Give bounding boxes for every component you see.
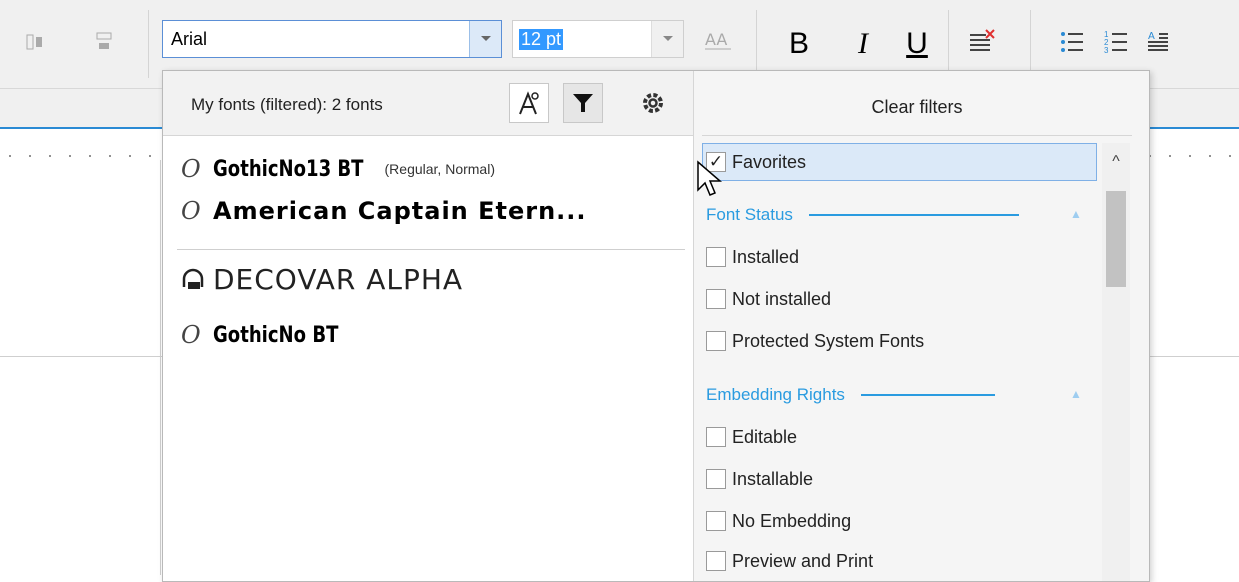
filter-label: Preview and Print [732, 550, 874, 571]
font-style: (Regular, Normal) [384, 161, 495, 177]
filter-checkbox-row[interactable]: No Embedding [706, 505, 851, 537]
align-left-icon[interactable] [24, 30, 48, 54]
filter-checkbox-row[interactable]: Editable [706, 421, 797, 453]
italic-button[interactable]: I [848, 24, 878, 64]
checkbox[interactable] [706, 247, 726, 267]
opentype-icon: O [181, 155, 201, 183]
bold-button[interactable]: B [784, 24, 814, 64]
underline-button[interactable]: U [902, 24, 932, 64]
font-list-item[interactable]: O GothicNo13 BT (Regular, Normal) [181, 149, 495, 189]
section-title: Font Status [706, 205, 793, 224]
checkbox[interactable] [706, 427, 726, 447]
mouse-cursor-icon [696, 160, 726, 205]
settings-gear-icon[interactable] [633, 83, 673, 123]
text-case-icon[interactable]: AA [700, 24, 736, 60]
font-name: GothicNo BT [213, 322, 339, 348]
chevron-down-icon[interactable] [469, 21, 501, 57]
filter-label: No Embedding [732, 510, 852, 531]
font-count-label: My fonts (filtered): 2 fonts [191, 95, 383, 114]
toolbar-separator [148, 10, 149, 78]
filter-checkbox-row[interactable]: Not installed [706, 283, 831, 315]
font-preview-icon[interactable] [509, 83, 549, 123]
filter-label: Not installed [732, 288, 832, 309]
align-distribute-icon[interactable] [92, 30, 116, 54]
toolbar-separator [1030, 10, 1031, 78]
filter-label: Editable [732, 426, 798, 447]
section-divider [808, 214, 1019, 216]
checkbox[interactable] [706, 551, 726, 571]
checkbox[interactable] [706, 331, 726, 351]
variable-font-icon [181, 267, 213, 291]
font-name: DECOVAR ALPHA [213, 262, 464, 296]
filter-label: Installable [732, 468, 814, 489]
filter-label: Protected System Fonts [732, 330, 925, 351]
font-list-pane: My fonts (filtered): 2 fonts O GothicNo1… [163, 71, 694, 581]
collapse-up-icon[interactable]: ▲ [1070, 207, 1082, 221]
scroll-up-icon[interactable]: ^ [1102, 143, 1130, 181]
bullet-list-icon[interactable] [1056, 26, 1088, 58]
opentype-icon: O [181, 321, 201, 349]
embedding-rights-section-header[interactable]: Embedding Rights [706, 383, 995, 407]
section-divider [860, 394, 995, 396]
filter-checkbox-row[interactable]: Installable [706, 463, 813, 495]
filter-label: Installed [732, 246, 800, 267]
collapse-up-icon[interactable]: ▲ [1070, 387, 1082, 401]
font-list-item[interactable]: O American Captain Etern... [181, 191, 587, 231]
opentype-icon: O [181, 197, 201, 225]
font-list-item[interactable]: O GothicNo BT [181, 315, 366, 355]
scrollbar-thumb[interactable] [1106, 191, 1126, 287]
font-list-header: My fonts (filtered): 2 fonts [163, 71, 693, 136]
section-title: Embedding Rights [706, 385, 845, 404]
clear-filters-button[interactable]: Clear filters [702, 79, 1132, 136]
filter-checkbox-row[interactable]: Protected System Fonts [706, 325, 924, 357]
font-name: GothicNo13 BT [213, 156, 364, 182]
font-list-dropdown: My fonts (filtered): 2 fonts O GothicNo1… [162, 70, 1150, 582]
font-name-input[interactable]: Arial [171, 29, 207, 50]
clear-formatting-icon[interactable] [966, 26, 998, 58]
filter-checkbox-row[interactable]: Installed [706, 241, 799, 273]
svg-text:3: 3 [1104, 46, 1109, 55]
filter-icon[interactable] [563, 83, 603, 123]
svg-text:AA: AA [705, 30, 727, 49]
checkbox[interactable] [706, 289, 726, 309]
font-size-combo[interactable]: 12 pt [512, 20, 684, 58]
font-list-item[interactable]: DECOVAR ALPHA [181, 259, 463, 299]
list-divider [177, 249, 685, 250]
favorites-label: Favorites [732, 151, 807, 172]
toolbar-separator [756, 10, 757, 78]
toolbar-separator [948, 10, 949, 78]
font-name: American Captain Etern... [213, 197, 587, 225]
filter-scrollbar[interactable]: ^ [1102, 143, 1130, 581]
svg-text:A: A [1148, 31, 1155, 42]
paragraph-format-icon[interactable]: A [1142, 26, 1174, 58]
filter-pane: Clear filters ✓ Favorites Font Status ▲ … [694, 71, 1149, 581]
font-status-section-header[interactable]: Font Status [706, 203, 1019, 227]
checkbox[interactable] [706, 469, 726, 489]
page-guide [160, 160, 161, 575]
chevron-down-icon[interactable] [651, 21, 683, 57]
font-name-combo[interactable]: Arial [162, 20, 502, 58]
font-size-input[interactable]: 12 pt [519, 29, 564, 50]
checkbox[interactable] [706, 511, 726, 531]
filter-checkbox-row[interactable]: Preview and Print [706, 545, 873, 577]
numbered-list-icon[interactable]: 123 [1100, 26, 1132, 58]
